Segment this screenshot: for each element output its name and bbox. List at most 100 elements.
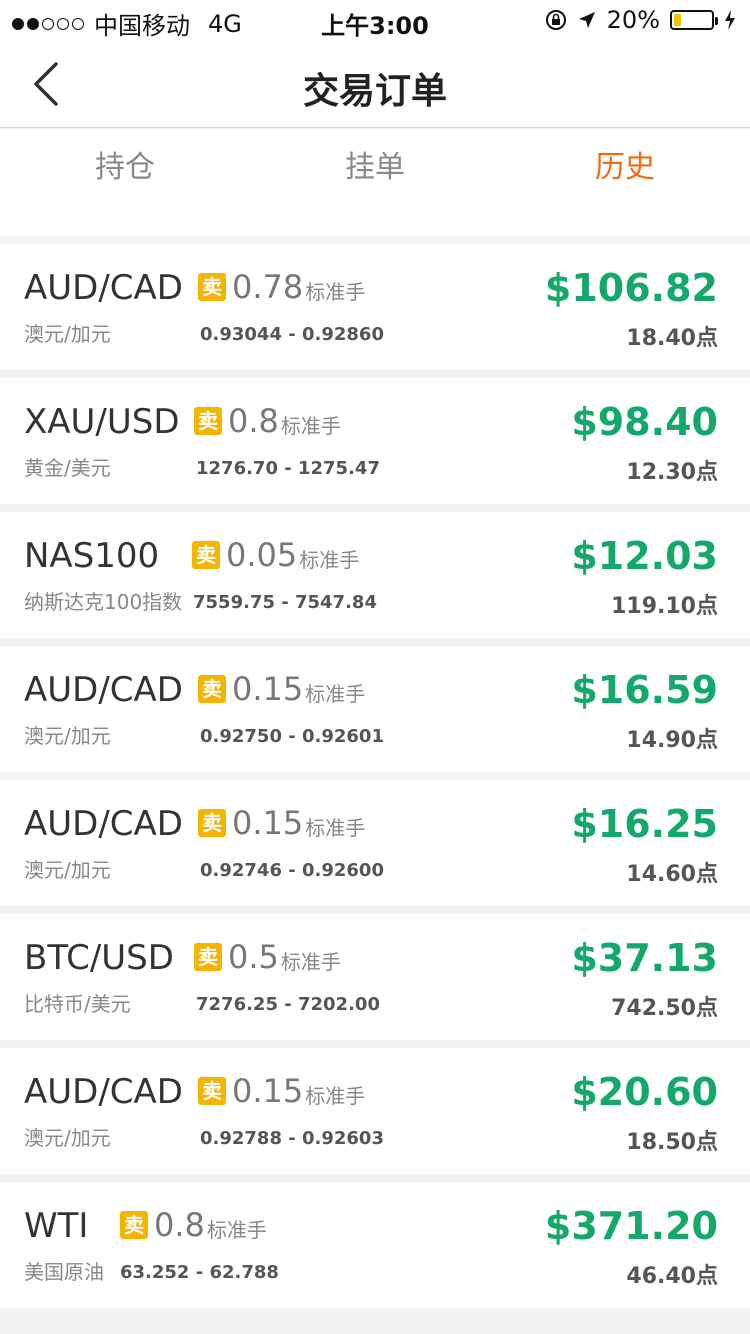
nav-bar: 交易订单 bbox=[0, 40, 750, 128]
order-name: 澳元/加元 bbox=[24, 322, 111, 346]
tab-bar: 持仓 挂单 历史 bbox=[0, 129, 750, 207]
order-symbol: WTI bbox=[24, 1206, 89, 1246]
order-profit: $16.25 bbox=[571, 802, 718, 846]
order-profit: $12.03 bbox=[571, 534, 718, 578]
order-name: 比特币/美元 bbox=[24, 992, 131, 1016]
order-name: 澳元/加元 bbox=[24, 858, 111, 882]
order-profit: $371.20 bbox=[544, 1204, 718, 1248]
order-unit: 标准手 bbox=[305, 681, 366, 706]
order-symbol: AUD/CAD bbox=[24, 1072, 183, 1112]
order-points: 14.60点 bbox=[626, 862, 718, 887]
order-range: 1276.70 - 1275.47 bbox=[196, 458, 380, 479]
order-profit: $20.60 bbox=[571, 1070, 718, 1114]
order-row[interactable]: AUD/CAD 澳元/加元 卖 0.15 标准手 0.92746 - 0.926… bbox=[0, 780, 750, 906]
rotation-lock-icon bbox=[545, 9, 567, 31]
order-symbol: AUD/CAD bbox=[24, 804, 183, 844]
order-lots: 0.78 bbox=[232, 268, 304, 306]
order-profit: $37.13 bbox=[571, 936, 718, 980]
order-trade: 卖 0.05 标准手 bbox=[192, 536, 359, 574]
order-name: 黄金/美元 bbox=[24, 456, 111, 480]
sell-badge: 卖 bbox=[198, 675, 226, 703]
order-range: 63.252 - 62.788 bbox=[120, 1262, 279, 1283]
order-name: 澳元/加元 bbox=[24, 1126, 111, 1150]
tab-pending[interactable]: 挂单 bbox=[250, 129, 500, 207]
order-points: 12.30点 bbox=[626, 460, 718, 485]
carrier-label: 中国移动 bbox=[94, 12, 190, 40]
order-row[interactable]: BTC/USD 比特币/美元 卖 0.5 标准手 7276.25 - 7202.… bbox=[0, 914, 750, 1040]
order-range: 7559.75 - 7547.84 bbox=[193, 592, 377, 613]
order-points: 18.40点 bbox=[626, 326, 718, 351]
order-profit: $16.59 bbox=[571, 668, 718, 712]
charging-bolt-icon bbox=[724, 10, 736, 30]
order-row[interactable]: WTI 美国原油 卖 0.8 标准手 63.252 - 62.788 $371.… bbox=[0, 1182, 750, 1308]
order-name: 澳元/加元 bbox=[24, 724, 111, 748]
order-unit: 标准手 bbox=[280, 413, 341, 438]
tab-positions[interactable]: 持仓 bbox=[0, 129, 250, 207]
sell-badge: 卖 bbox=[198, 809, 226, 837]
battery-icon bbox=[670, 10, 718, 30]
order-unit: 标准手 bbox=[305, 279, 366, 304]
order-range: 0.92750 - 0.92601 bbox=[200, 726, 384, 747]
location-arrow-icon bbox=[577, 10, 597, 30]
sell-badge: 卖 bbox=[194, 407, 222, 435]
order-lots: 0.05 bbox=[226, 536, 298, 574]
page-title: 交易订单 bbox=[302, 71, 447, 112]
order-row[interactable]: AUD/CAD 澳元/加元 卖 0.15 标准手 0.92788 - 0.926… bbox=[0, 1048, 750, 1174]
order-name: 纳斯达克100指数 bbox=[24, 590, 183, 614]
order-trade: 卖 0.15 标准手 bbox=[198, 1072, 365, 1110]
order-unit: 标准手 bbox=[305, 1083, 366, 1108]
order-profit: $98.40 bbox=[571, 400, 718, 444]
order-trade: 卖 0.78 标准手 bbox=[198, 268, 365, 306]
order-lots: 0.8 bbox=[154, 1206, 205, 1244]
order-range: 7276.25 - 7202.00 bbox=[196, 994, 380, 1015]
order-row[interactable]: NAS100 纳斯达克100指数 卖 0.05 标准手 7559.75 - 75… bbox=[0, 512, 750, 638]
signal-strength-icon bbox=[12, 17, 84, 30]
status-right: 20% bbox=[545, 6, 736, 34]
order-lots: 0.15 bbox=[232, 804, 304, 842]
order-range: 0.92788 - 0.92603 bbox=[200, 1128, 384, 1149]
sell-badge: 卖 bbox=[198, 1077, 226, 1105]
order-profit: $106.82 bbox=[544, 266, 718, 310]
sell-badge: 卖 bbox=[198, 273, 226, 301]
order-lots: 0.8 bbox=[228, 402, 279, 440]
battery-percent: 20% bbox=[606, 6, 660, 34]
order-unit: 标准手 bbox=[280, 949, 341, 974]
order-unit: 标准手 bbox=[299, 547, 360, 572]
order-list[interactable]: AUD/CAD 澳元/加元 卖 0.78 标准手 0.93044 - 0.928… bbox=[0, 207, 750, 1334]
order-trade: 卖 0.8 标准手 bbox=[194, 402, 341, 440]
order-unit: 标准手 bbox=[305, 815, 366, 840]
order-row[interactable]: AUD/CAD 澳元/加元 卖 0.15 标准手 0.92750 - 0.926… bbox=[0, 646, 750, 772]
order-points: 742.50点 bbox=[611, 996, 718, 1021]
status-left: 中国移动 4G bbox=[12, 6, 242, 41]
order-lots: 0.5 bbox=[228, 938, 279, 976]
order-row[interactable]: XAU/USD 黄金/美元 卖 0.8 标准手 1276.70 - 1275.4… bbox=[0, 378, 750, 504]
order-symbol: NAS100 bbox=[24, 536, 160, 576]
sell-badge: 卖 bbox=[194, 943, 222, 971]
list-item-partial bbox=[0, 207, 750, 236]
order-row[interactable]: AUD/CAD 澳元/加元 卖 0.78 标准手 0.93044 - 0.928… bbox=[0, 244, 750, 370]
order-symbol: BTC/USD bbox=[24, 938, 174, 978]
order-points: 18.50点 bbox=[626, 1130, 718, 1155]
order-lots: 0.15 bbox=[232, 1072, 304, 1110]
order-trade: 卖 0.15 标准手 bbox=[198, 670, 365, 708]
status-bar: 中国移动 4G 上午3:00 20% bbox=[0, 0, 750, 40]
tab-history[interactable]: 历史 bbox=[500, 129, 750, 207]
order-symbol: XAU/USD bbox=[24, 402, 180, 442]
order-points: 119.10点 bbox=[611, 594, 718, 619]
order-trade: 卖 0.15 标准手 bbox=[198, 804, 365, 842]
order-symbol: AUD/CAD bbox=[24, 670, 183, 710]
order-range: 0.92746 - 0.92600 bbox=[200, 860, 384, 881]
network-label: 4G bbox=[208, 9, 242, 38]
order-points: 46.40点 bbox=[626, 1264, 718, 1289]
order-trade: 卖 0.5 标准手 bbox=[194, 938, 341, 976]
order-points: 14.90点 bbox=[626, 728, 718, 753]
chevron-left-icon bbox=[34, 62, 58, 106]
order-symbol: AUD/CAD bbox=[24, 268, 183, 308]
order-name: 美国原油 bbox=[24, 1260, 104, 1284]
sell-badge: 卖 bbox=[192, 541, 220, 569]
back-button[interactable] bbox=[18, 54, 74, 114]
order-lots: 0.15 bbox=[232, 670, 304, 708]
sell-badge: 卖 bbox=[120, 1211, 148, 1239]
order-unit: 标准手 bbox=[206, 1217, 267, 1242]
order-range: 0.93044 - 0.92860 bbox=[200, 324, 384, 345]
